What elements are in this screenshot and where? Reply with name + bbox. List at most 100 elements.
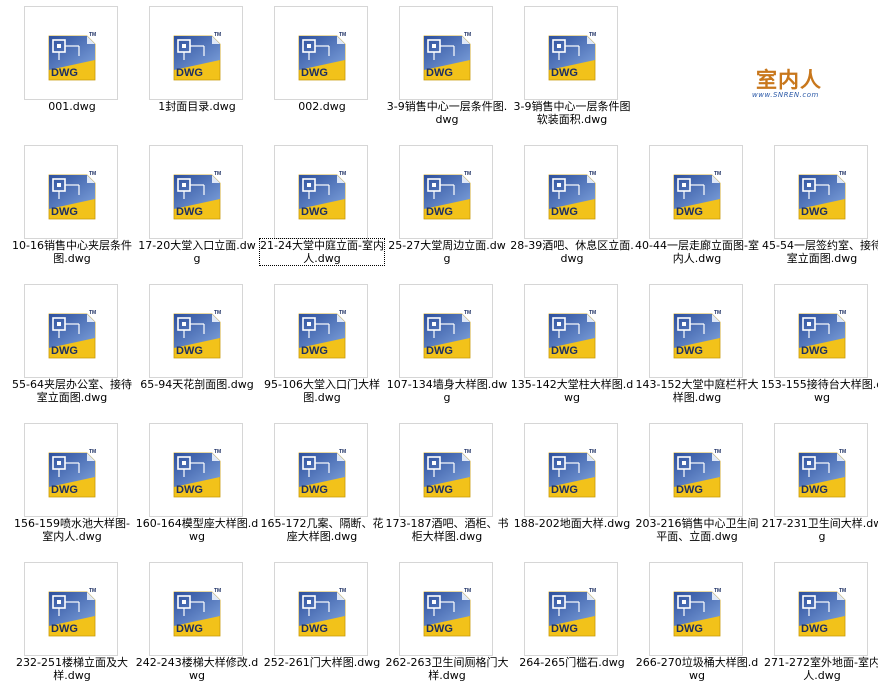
logo-main-text: 室内人 <box>756 67 822 92</box>
trademark-mark: TM <box>214 310 221 316</box>
trademark-mark: TM <box>89 588 96 594</box>
file-item[interactable]: DWG TM 3-9销售中心一层条件图软装面积.dwg <box>510 0 634 136</box>
file-thumbnail[interactable]: DWG TM <box>774 562 868 656</box>
file-thumbnail[interactable]: DWG TM <box>399 6 493 100</box>
file-item[interactable]: DWG TM 252-261门大样图.dwg <box>260 556 384 692</box>
file-thumbnail[interactable]: DWG TM <box>399 284 493 378</box>
file-item[interactable]: DWG TM 1封面目录.dwg <box>135 0 259 136</box>
dwg-file-icon: DWG TM <box>798 310 846 359</box>
file-item[interactable]: DWG TM 28-39酒吧、休息区立面.dwg <box>510 139 634 275</box>
file-name-label: 65-94天花剖面图.dwg <box>140 378 254 391</box>
file-name-label: 160-164模型座大样图.dwg <box>135 517 259 543</box>
dwg-file-icon: DWG TM <box>298 449 346 498</box>
file-thumbnail[interactable]: DWG TM <box>274 145 368 239</box>
dwg-file-icon: DWG TM <box>673 588 721 637</box>
file-thumbnail[interactable]: DWG TM <box>524 145 618 239</box>
file-item[interactable]: DWG TM 001.dwg <box>10 0 134 136</box>
file-thumbnail[interactable]: DWG TM <box>649 562 743 656</box>
file-thumbnail[interactable]: DWG TM <box>399 562 493 656</box>
dwg-file-icon: DWG TM <box>673 171 721 220</box>
file-thumbnail[interactable]: DWG TM <box>399 145 493 239</box>
trademark-mark: TM <box>589 171 596 177</box>
file-item[interactable]: DWG TM 262-263卫生间厕格门大样.dwg <box>385 556 509 692</box>
file-thumbnail[interactable]: DWG TM <box>24 284 118 378</box>
dwg-label: DWG <box>176 623 203 635</box>
file-item[interactable]: DWG TM 173-187酒吧、酒柜、书柜大样图.dwg <box>385 417 509 553</box>
file-thumbnail[interactable]: DWG TM <box>149 423 243 517</box>
file-item[interactable]: DWG TM 143-152大堂中庭栏杆大样图.dwg <box>635 278 759 414</box>
trademark-mark: TM <box>89 171 96 177</box>
dwg-file-icon: DWG TM <box>798 588 846 637</box>
dwg-label: DWG <box>176 345 203 357</box>
file-item[interactable]: DWG TM 271-272室外地面-室内人.dwg <box>760 556 878 692</box>
file-thumbnail[interactable]: DWG TM <box>274 284 368 378</box>
file-item[interactable]: DWG TM 17-20大堂入口立面.dwg <box>135 139 259 275</box>
file-item[interactable]: DWG TM 10-16销售中心夹层条件图.dwg <box>10 139 134 275</box>
file-thumbnail[interactable]: DWG TM <box>24 423 118 517</box>
file-item[interactable]: DWG TM 21-24大堂中庭立面-室内人.dwg <box>259 139 385 275</box>
trademark-mark: TM <box>839 171 846 177</box>
file-name-label: 271-272室外地面-室内人.dwg <box>764 656 878 682</box>
dwg-label: DWG <box>551 484 578 496</box>
trademark-mark: TM <box>339 171 346 177</box>
file-item[interactable]: DWG TM 203-216销售中心卫生间平面、立面.dwg <box>635 417 759 553</box>
dwg-file-icon: DWG TM <box>548 449 596 498</box>
file-item[interactable]: DWG TM 25-27大堂周边立面.dwg <box>385 139 509 275</box>
file-item[interactable]: DWG TM 160-164模型座大样图.dwg <box>135 417 259 553</box>
trademark-mark: TM <box>714 310 721 316</box>
dwg-file-icon: DWG TM <box>173 171 221 220</box>
file-thumbnail[interactable]: DWG TM <box>24 562 118 656</box>
file-item[interactable]: DWG TM 135-142大堂柱大样图.dwg <box>510 278 634 414</box>
file-item[interactable]: DWG TM 45-54一层签约室、接待室立面图.dwg <box>760 139 878 275</box>
dwg-label: DWG <box>426 484 453 496</box>
file-item[interactable]: DWG TM 264-265门槛石.dwg <box>510 556 634 692</box>
file-thumbnail[interactable]: DWG TM <box>774 284 868 378</box>
file-thumbnail[interactable]: DWG TM <box>274 562 368 656</box>
file-item[interactable]: DWG TM 40-44一层走廊立面图-室内人.dwg <box>635 139 759 275</box>
file-thumbnail[interactable]: DWG TM <box>149 284 243 378</box>
dwg-file-icon: DWG TM <box>298 171 346 220</box>
file-thumbnail[interactable]: DWG TM <box>774 145 868 239</box>
file-thumbnail[interactable]: DWG TM <box>649 145 743 239</box>
file-item[interactable]: DWG TM 217-231卫生间大样.dwg <box>760 417 878 553</box>
file-name-label: 001.dwg <box>48 100 96 113</box>
file-thumbnail[interactable]: DWG TM <box>24 6 118 100</box>
file-thumbnail[interactable]: DWG TM <box>524 284 618 378</box>
file-item[interactable]: DWG TM 95-106大堂入口门大样图.dwg <box>260 278 384 414</box>
file-item[interactable]: DWG TM 232-251楼梯立面及大样.dwg <box>10 556 134 692</box>
file-item[interactable]: DWG TM 266-270垃圾桶大样图.dwg <box>635 556 759 692</box>
file-thumbnail[interactable]: DWG TM <box>774 423 868 517</box>
file-thumbnail[interactable]: DWG TM <box>149 145 243 239</box>
file-name-label: 217-231卫生间大样.dwg <box>761 517 878 543</box>
file-thumbnail[interactable]: DWG TM <box>149 6 243 100</box>
file-thumbnail[interactable]: DWG TM <box>524 6 618 100</box>
file-item[interactable]: DWG TM 65-94天花剖面图.dwg <box>135 278 259 414</box>
trademark-mark: TM <box>589 449 596 455</box>
dwg-file-icon: DWG TM <box>48 588 96 637</box>
file-name-label: 107-134墙身大样图.dwg <box>386 378 508 404</box>
dwg-file-icon: DWG TM <box>48 310 96 359</box>
file-item[interactable]: DWG TM 242-243楼梯大样修改.dwg <box>135 556 259 692</box>
file-name-label: 135-142大堂柱大样图.dwg <box>510 378 634 404</box>
file-item[interactable]: DWG TM 156-159喷水池大样图-室内人.dwg <box>10 417 134 553</box>
file-item[interactable]: DWG TM 153-155接待台大样图.dwg <box>760 278 878 414</box>
file-item[interactable]: DWG TM 002.dwg <box>260 0 384 136</box>
dwg-file-icon: DWG TM <box>423 449 471 498</box>
file-thumbnail[interactable]: DWG TM <box>649 284 743 378</box>
file-thumbnail[interactable]: DWG TM <box>149 562 243 656</box>
site-logo: 室内人 www.SNREN.com <box>748 68 858 108</box>
file-name-label: 95-106大堂入口门大样图.dwg <box>264 378 380 404</box>
file-thumbnail[interactable]: DWG TM <box>524 562 618 656</box>
file-thumbnail[interactable]: DWG TM <box>399 423 493 517</box>
file-item[interactable]: DWG TM 165-172几案、隔断、花座大样图.dwg <box>260 417 384 553</box>
file-thumbnail[interactable]: DWG TM <box>649 423 743 517</box>
file-thumbnail[interactable]: DWG TM <box>274 6 368 100</box>
file-thumbnail[interactable]: DWG TM <box>24 145 118 239</box>
file-item[interactable]: DWG TM 3-9销售中心一层条件图.dwg <box>385 0 509 136</box>
file-thumbnail[interactable]: DWG TM <box>524 423 618 517</box>
logo-url-text: www.SNREN.com <box>752 91 819 99</box>
file-thumbnail[interactable]: DWG TM <box>274 423 368 517</box>
file-item[interactable]: DWG TM 188-202地面大样.dwg <box>510 417 634 553</box>
file-item[interactable]: DWG TM 55-64夹层办公室、接待室立面图.dwg <box>10 278 134 414</box>
file-item[interactable]: DWG TM 107-134墙身大样图.dwg <box>385 278 509 414</box>
